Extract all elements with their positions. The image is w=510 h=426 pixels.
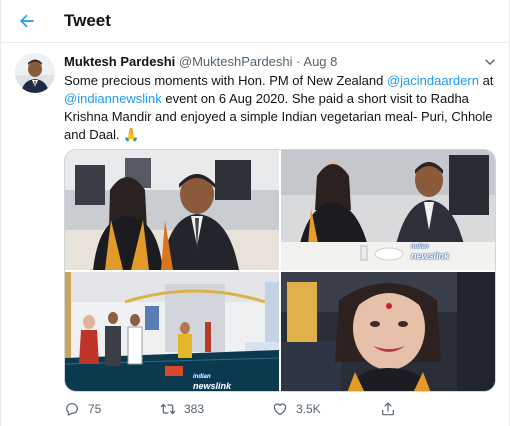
avatar[interactable] (15, 53, 55, 93)
watermark-main-text: newslink (193, 381, 232, 391)
photo-4[interactable] (281, 272, 495, 391)
retweet-count: 383 (184, 402, 205, 416)
like-button[interactable]: 3.5K (272, 399, 321, 419)
tweet-text-part: at (478, 73, 494, 88)
reply-button[interactable]: 75 (64, 399, 101, 419)
tweet-date[interactable]: Aug 8 (303, 54, 337, 69)
photo-3[interactable]: indian newslink (65, 272, 279, 391)
page-title: Tweet (64, 11, 111, 30)
photo-2[interactable]: indian newslink (281, 150, 495, 270)
tweet-meta: Muktesh Pardeshi @MukteshPardeshi · Aug … (64, 54, 337, 70)
tweet-text: Some precious moments with Hon. PM of Ne… (64, 72, 498, 144)
retweet-button[interactable]: 383 (160, 399, 204, 419)
mention-link[interactable]: @jacindaardern (387, 73, 479, 88)
share-button[interactable] (380, 399, 404, 419)
back-button[interactable] (12, 6, 42, 36)
arrow-left-icon (20, 14, 34, 28)
heart-icon (273, 403, 287, 416)
chevron-down-icon (485, 59, 495, 66)
meta-separator: · (296, 54, 301, 69)
newslink-watermark: indian newslink (411, 243, 449, 261)
mention-link[interactable]: @indiannewslink (64, 91, 162, 106)
tweet-actions: 75 383 3.5K (62, 399, 502, 419)
tweet-text-part: Some precious moments with Hon. PM of Ne… (64, 73, 387, 88)
watermark-main-text: newslink (411, 251, 450, 261)
author-name[interactable]: Muktesh Pardeshi (64, 54, 175, 69)
reply-icon (66, 403, 78, 416)
more-options-button[interactable] (482, 54, 498, 70)
like-count: 3.5K (296, 402, 321, 416)
tweet-article: Muktesh Pardeshi @MukteshPardeshi · Aug … (0, 43, 510, 426)
reply-count: 75 (88, 402, 102, 416)
author-handle[interactable]: @MukteshPardeshi (179, 54, 293, 69)
share-icon (382, 402, 394, 416)
retweet-icon (160, 403, 176, 415)
page-header: Tweet (0, 0, 510, 43)
photo-1[interactable] (65, 150, 279, 270)
newslink-watermark: indian newslink (193, 373, 231, 391)
folded-hands-emoji: 🙏 (123, 127, 140, 142)
media-grid: indian newslink indian newslink (64, 149, 496, 392)
